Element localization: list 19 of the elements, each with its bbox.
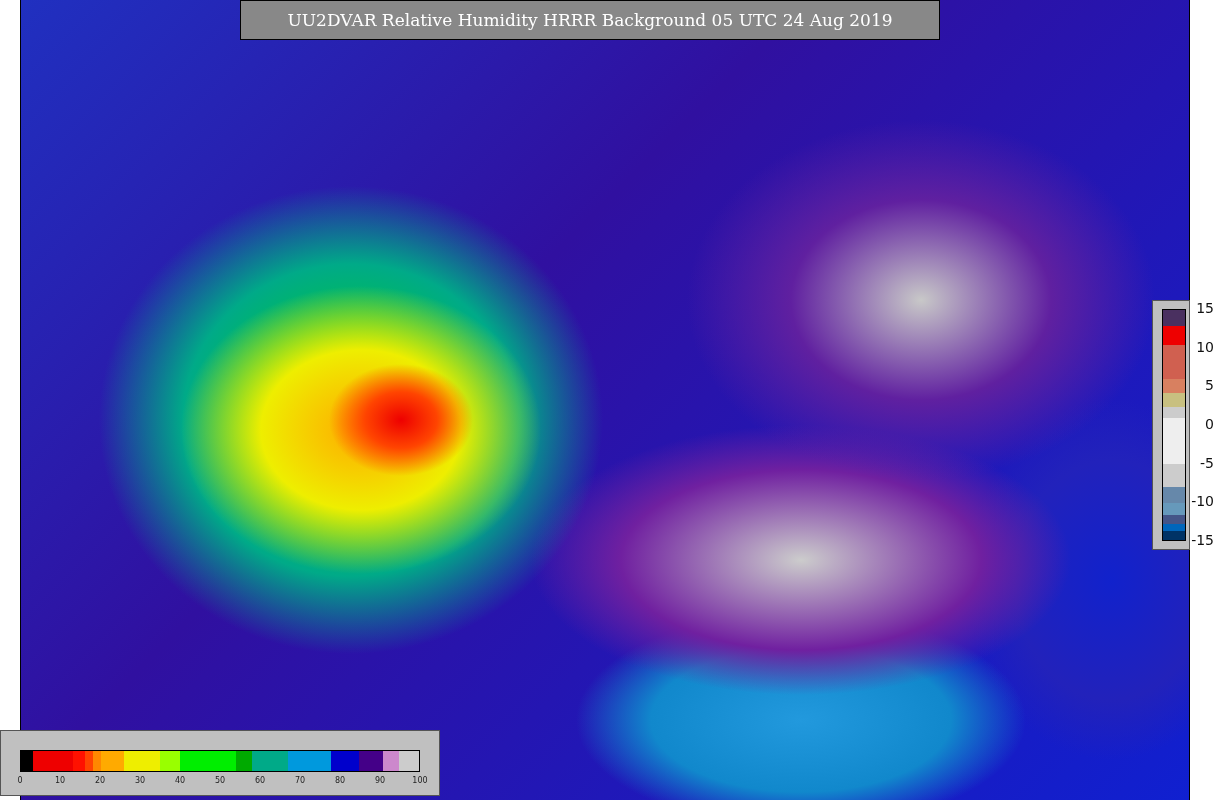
scale-label: 30 <box>134 776 146 785</box>
scale-label: 100 <box>412 776 428 785</box>
scale-label: 10 <box>1196 338 1214 355</box>
scale-label: 80 <box>334 776 346 785</box>
scale-label: 40 <box>174 776 186 785</box>
scale-label: 0 <box>17 776 23 785</box>
scale-label: 50 <box>214 776 226 785</box>
scale-label: 90 <box>374 776 386 785</box>
scale-label: 70 <box>294 776 306 785</box>
scale-label: -5 <box>1200 454 1214 471</box>
map-title: UU2DVAR Relative Humidity HRRR Background 05 UTC 24 Aug 2019 <box>240 0 940 40</box>
scale-label: 20 <box>94 776 106 785</box>
scale-label: -10 <box>1191 493 1214 510</box>
scale-label: 10 <box>54 776 66 785</box>
scale-label: 0 <box>1205 416 1214 432</box>
scale-label: 5 <box>1205 377 1214 394</box>
scale-label: -15 <box>1191 532 1214 548</box>
scale-label: 60 <box>254 776 266 785</box>
scale-label: 15 <box>1196 300 1214 316</box>
